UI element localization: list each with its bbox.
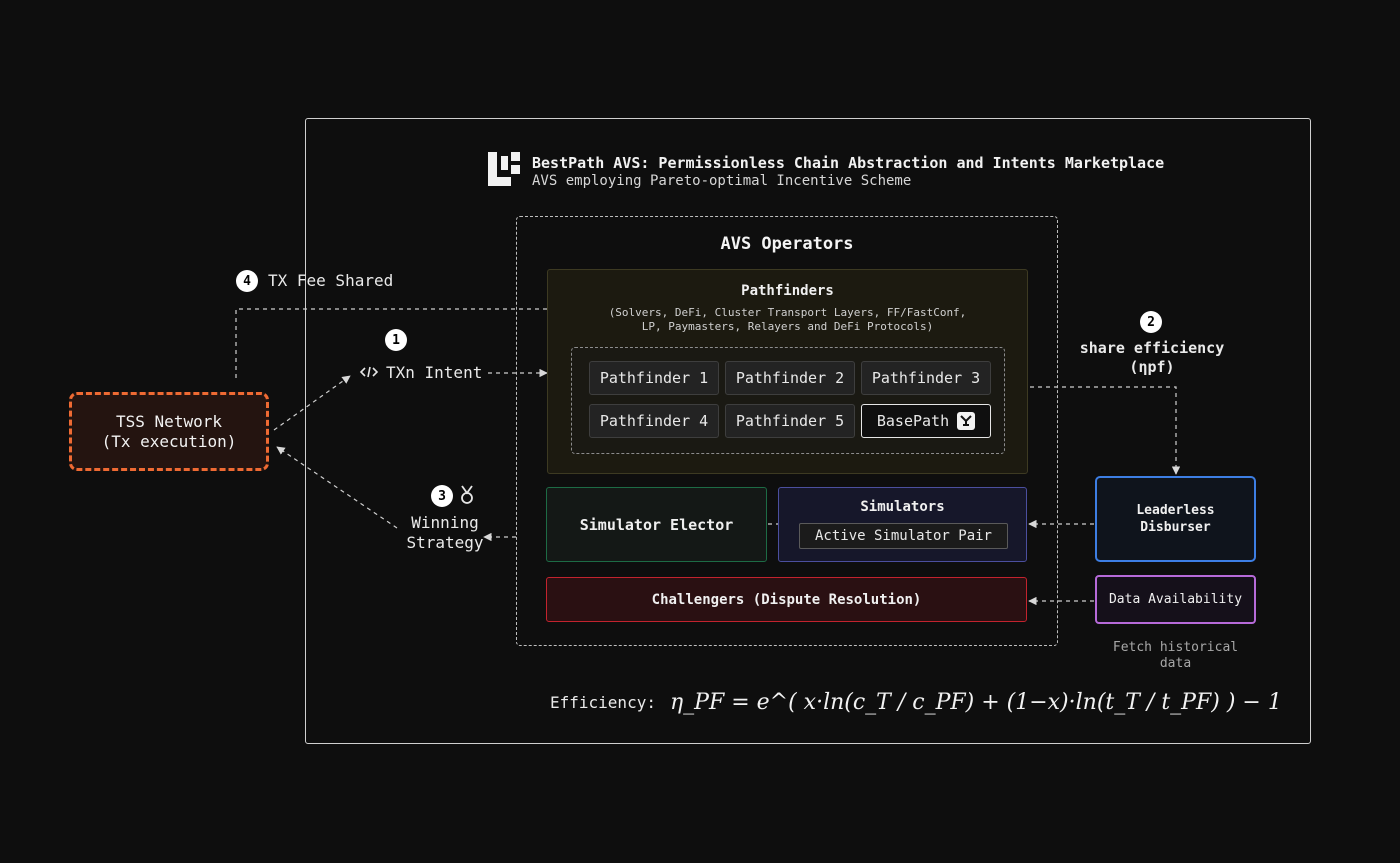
basepath-label: BasePath xyxy=(876,412,950,430)
step-2-badge: 2 xyxy=(1140,311,1162,333)
pathfinder-3[interactable]: Pathfinder 3 xyxy=(861,361,991,395)
pathfinders-title: Pathfinders xyxy=(741,283,834,299)
basepath-icon xyxy=(957,412,976,430)
code-icon xyxy=(359,364,379,380)
medal-icon xyxy=(459,485,475,505)
step-4-badge: 4 xyxy=(236,270,258,292)
fetch-note-line: data xyxy=(1159,656,1192,671)
formula-expression: η_PF = e^( x·ln(c_T / c_PF) + (1−x)·ln(t… xyxy=(669,689,1282,715)
leaderless-line: Leaderless xyxy=(1136,503,1215,518)
pathfinders-subtitle-line: LP, Paymasters, Relayers and DeFi Protoc… xyxy=(641,320,934,333)
step-1-label: TXn Intent xyxy=(386,363,483,382)
avs-operators-title: AVS Operators xyxy=(720,234,854,254)
step-2-label-line: share efficiency xyxy=(1079,339,1225,357)
fetch-note-line: Fetch historical xyxy=(1112,640,1239,655)
efficiency-formula: Efficiency: η_PF = e^( x·ln(c_T / c_PF) … xyxy=(550,672,1282,732)
step-3-label-line: Strategy xyxy=(406,533,484,552)
leaderless-disburser-box[interactable]: Leaderless Disburser xyxy=(1095,476,1256,562)
step-1-badge: 1 xyxy=(385,329,407,351)
pathfinder-2[interactable]: Pathfinder 2 xyxy=(725,361,855,395)
fetch-historical-note: Fetch historical data xyxy=(1095,640,1256,672)
tss-line: TSS Network xyxy=(116,412,222,431)
challengers-box[interactable]: Challengers (Dispute Resolution) xyxy=(546,577,1027,622)
pathfinder-4[interactable]: Pathfinder 4 xyxy=(589,404,719,438)
tss-network-box[interactable]: TSS Network (Tx execution) xyxy=(69,392,269,471)
simulator-elector[interactable]: Simulator Elector xyxy=(546,487,767,562)
step-3-badge: 3 xyxy=(431,485,453,507)
pathfinder-5[interactable]: Pathfinder 5 xyxy=(725,404,855,438)
formula-label: Efficiency: xyxy=(550,692,656,712)
leaderless-line: Disburser xyxy=(1140,520,1211,535)
step-3-label-line: Winning xyxy=(411,513,479,532)
bestpath-logo-icon xyxy=(488,152,520,186)
pathfinders-subtitle: (Solvers, DeFi, Cluster Transport Layers… xyxy=(590,306,985,334)
data-availability-box[interactable]: Data Availability xyxy=(1095,575,1256,624)
step-3-label: Winning Strategy xyxy=(395,513,495,553)
active-simulator-pair[interactable]: Active Simulator Pair xyxy=(799,523,1008,549)
page-subtitle: AVS employing Pareto-optimal Incentive S… xyxy=(532,173,912,189)
step-2-label: share efficiency (ηpf) xyxy=(1072,339,1232,377)
simulators-title: Simulators xyxy=(860,499,945,515)
step-2-label-line: (ηpf) xyxy=(1129,358,1175,376)
step-4-label: TX Fee Shared xyxy=(268,271,394,290)
pathfinders-subtitle-line: (Solvers, DeFi, Cluster Transport Layers… xyxy=(608,306,967,319)
tss-line: (Tx execution) xyxy=(101,432,237,451)
pathfinder-1[interactable]: Pathfinder 1 xyxy=(589,361,719,395)
simulators-panel[interactable]: Simulators Active Simulator Pair xyxy=(778,487,1027,562)
page-title: BestPath AVS: Permissionless Chain Abstr… xyxy=(532,154,1165,172)
basepath-chip[interactable]: BasePath xyxy=(861,404,991,438)
